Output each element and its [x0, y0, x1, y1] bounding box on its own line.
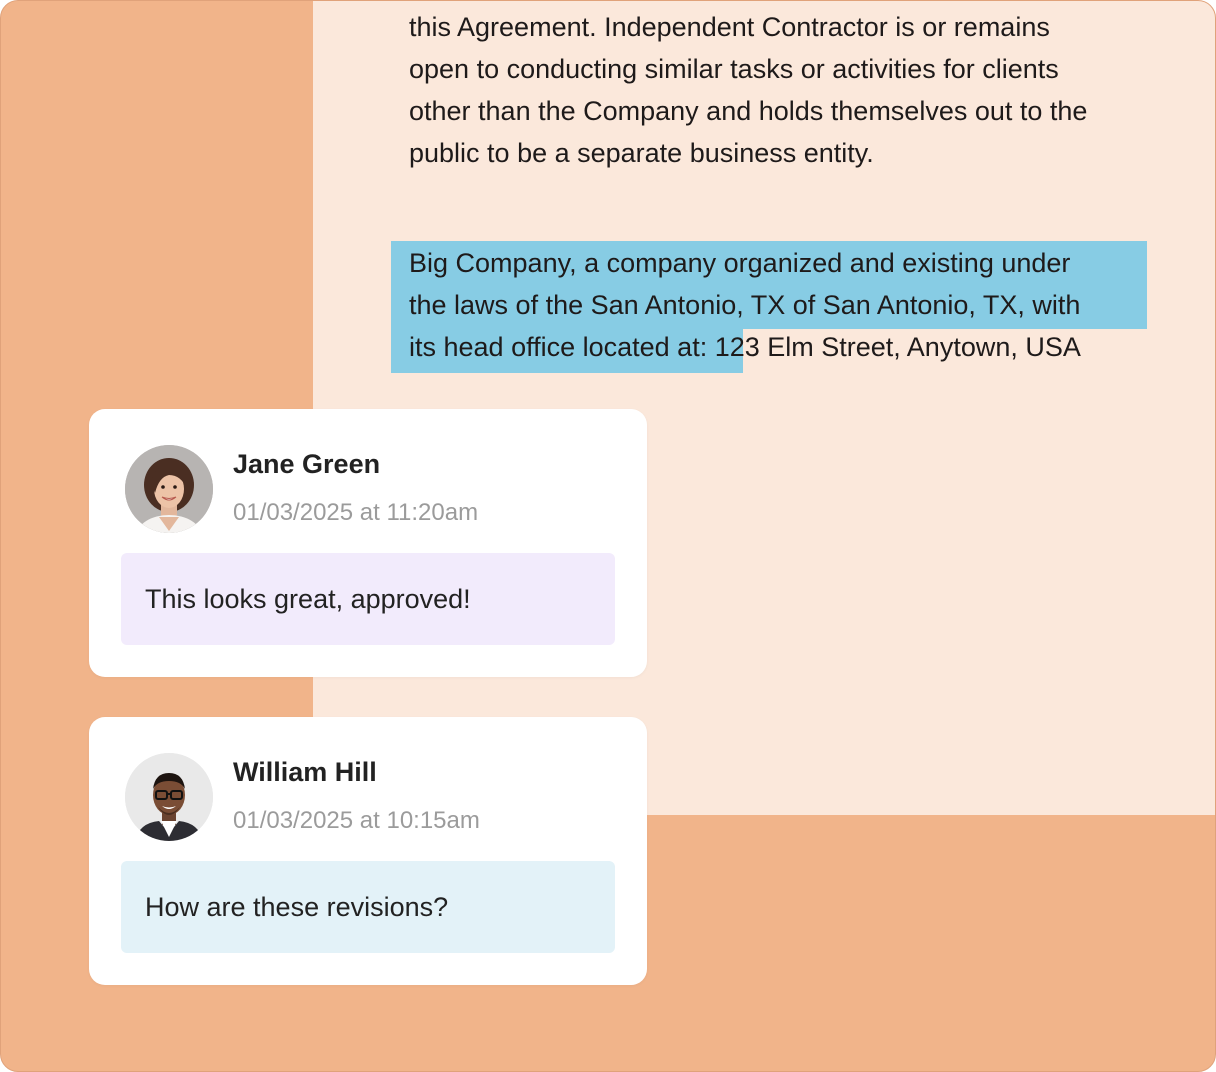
app-frame: this Agreement. Independent Contractor i…: [0, 0, 1216, 1072]
comment-message: This looks great, approved!: [121, 553, 615, 645]
woman-avatar-icon: [125, 445, 213, 533]
man-avatar-icon: [125, 753, 213, 841]
highlighted-paragraph[interactable]: Big Company, a company organized and exi…: [409, 242, 1199, 368]
address-text: 123 Elm Street, Anytown, USA: [707, 332, 1081, 362]
comment-author: William Hill: [233, 757, 377, 787]
comment-message: How are these revisions?: [121, 861, 615, 953]
document-line: open to conducting similar tasks or acti…: [409, 54, 1059, 84]
document-line: the laws of the San Antonio, TX of San A…: [409, 290, 1081, 320]
comment-timestamp: 01/03/2025 at 10:15am: [233, 807, 480, 834]
document-line: other than the Company and holds themsel…: [409, 96, 1088, 126]
document-line: public to be a separate business entity.: [409, 138, 874, 168]
document-paragraph[interactable]: this Agreement. Independent Contractor i…: [409, 6, 1199, 174]
comment-author: Jane Green: [233, 449, 381, 479]
document-line: Big Company, a company organized and exi…: [409, 248, 1071, 278]
document-line: this Agreement. Independent Contractor i…: [409, 12, 1050, 42]
comment-timestamp: 01/03/2025 at 11:20am: [233, 499, 479, 526]
comment-card[interactable]: William Hill 01/03/2025 at 10:15am How a…: [89, 717, 647, 985]
comment-card[interactable]: Jane Green 01/03/2025 at 11:20am This lo…: [89, 409, 647, 677]
document-line: its head office located at: 123 Elm Stre…: [409, 326, 1199, 368]
highlighted-text: its head office located at:: [409, 332, 708, 362]
